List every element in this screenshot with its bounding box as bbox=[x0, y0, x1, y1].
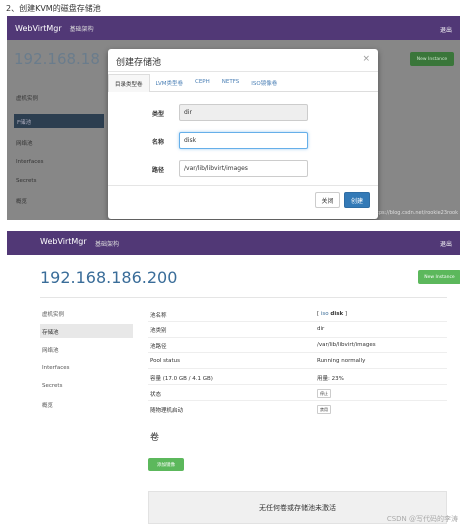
modal-title: 创建存储池 bbox=[116, 58, 162, 68]
nav-infrastructure[interactable]: 基础架构 bbox=[95, 239, 119, 248]
add-volume-button[interactable]: 添加镜像 bbox=[148, 458, 184, 471]
watermark: CSDN @写代码的李涛 bbox=[386, 515, 458, 523]
logout-link[interactable]: 退出 bbox=[440, 25, 452, 34]
row-divider bbox=[148, 400, 447, 401]
stop-button[interactable]: 停止 bbox=[317, 389, 331, 398]
create-pool-screenshot: WebVirtMgr 基础架构 退出 192.168.18 New Instan… bbox=[7, 16, 460, 220]
divider bbox=[40, 297, 447, 298]
path-label: 路径 bbox=[152, 167, 165, 174]
sidebar-item-networks[interactable]: 网络池 bbox=[42, 346, 59, 354]
create-button[interactable]: 创建 bbox=[344, 192, 370, 208]
detail-value: Running normally bbox=[317, 358, 366, 364]
close-icon[interactable]: × bbox=[362, 54, 370, 64]
sidebar-item-interfaces[interactable]: Interfaces bbox=[42, 365, 70, 371]
nav-infrastructure[interactable]: 基础架构 bbox=[70, 24, 94, 33]
top-navbar: WebVirtMgr 基础架构 退出 bbox=[7, 231, 460, 255]
volumes-heading: 卷 bbox=[150, 433, 160, 443]
detail-value: /var/lib/libvirt/images bbox=[317, 342, 376, 348]
new-instance-button[interactable]: New Instance bbox=[410, 52, 454, 66]
row-divider bbox=[148, 337, 447, 338]
row-divider bbox=[148, 368, 447, 369]
divider bbox=[108, 71, 378, 72]
pool-name-bold: disk bbox=[330, 311, 344, 317]
detail-key: 池名称 bbox=[150, 313, 167, 319]
detail-value: dir bbox=[317, 326, 325, 332]
detail-key: Pool status bbox=[150, 358, 181, 364]
top-navbar: WebVirtMgr 基础架构 退出 bbox=[7, 16, 460, 40]
pool-name-link[interactable]: iso bbox=[321, 311, 329, 317]
sidebar-item-label: 存储池 bbox=[42, 330, 59, 336]
name-label: 名称 bbox=[152, 139, 165, 146]
watermark: https://blog.csdn.net/rookie23rook bbox=[371, 210, 458, 216]
detail-value: 用量: 23% bbox=[317, 376, 344, 382]
sidebar-item-secrets[interactable]: Secrets bbox=[42, 383, 62, 389]
pool-type-tabs: 目录类型卷 LVM类型卷 CEPH NETFS ISO镜像卷 bbox=[108, 74, 378, 92]
sidebar-item-overview[interactable]: 概览 bbox=[42, 401, 53, 409]
disable-autostart-button[interactable]: 禁用 bbox=[317, 405, 331, 414]
logout-link[interactable]: 退出 bbox=[440, 239, 452, 248]
page: 2、创建KVM的磁盘存储池 WebVirtMgr 基础架构 退出 192.168… bbox=[0, 0, 474, 527]
brand-logo[interactable]: WebVirtMgr bbox=[40, 237, 87, 246]
row-divider bbox=[148, 321, 447, 322]
pool-name-value: [ iso disk ] bbox=[317, 311, 348, 317]
tab-iso[interactable]: ISO镜像卷 bbox=[245, 74, 283, 92]
create-pool-modal: 创建存储池 × 目录类型卷 LVM类型卷 CEPH NETFS ISO镜像卷 类… bbox=[108, 49, 378, 219]
close-button[interactable]: 关闭 bbox=[315, 192, 340, 208]
detail-key: 状态 bbox=[150, 392, 162, 398]
type-label: 类型 bbox=[152, 111, 165, 118]
detail-key: 池路径 bbox=[150, 344, 167, 350]
tab-lvm[interactable]: LVM类型卷 bbox=[150, 74, 189, 92]
detail-key: 随物理机启动 bbox=[150, 408, 184, 414]
name-field[interactable]: disk bbox=[179, 132, 308, 149]
sidebar-item-overview[interactable]: 概览 bbox=[16, 197, 27, 205]
pool-details-screenshot: WebVirtMgr 基础架构 退出 192.168.186.200 New I… bbox=[7, 231, 460, 524]
sidebar-item-label: F储池 bbox=[17, 120, 32, 126]
tab-netfs[interactable]: NETFS bbox=[216, 74, 246, 92]
tab-dir[interactable]: 目录类型卷 bbox=[108, 74, 150, 92]
sidebar-item-storage[interactable]: F储池 bbox=[14, 114, 104, 128]
detail-key: 池类别 bbox=[150, 328, 167, 334]
section-heading: 2、创建KVM的磁盘存储池 bbox=[6, 4, 101, 13]
sidebar-item-instances[interactable]: 虚机实例 bbox=[42, 310, 64, 318]
host-title: 192.168.186.200 bbox=[40, 268, 178, 287]
host-title: 192.168.18 bbox=[14, 50, 100, 68]
sidebar-item-networks[interactable]: 网络池 bbox=[16, 139, 33, 147]
sidebar-item-instances[interactable]: 虚机实例 bbox=[16, 94, 38, 102]
row-divider bbox=[148, 352, 447, 353]
row-divider bbox=[148, 384, 447, 385]
path-field[interactable]: /var/lib/libvirt/images bbox=[179, 160, 308, 177]
new-instance-button[interactable]: New Instance bbox=[418, 270, 460, 284]
sidebar-item-interfaces[interactable]: Interfaces bbox=[16, 159, 44, 165]
sidebar-item-storage[interactable]: 存储池 bbox=[40, 324, 133, 338]
divider bbox=[108, 185, 378, 186]
brand-logo[interactable]: WebVirtMgr bbox=[15, 24, 62, 33]
type-field: dir bbox=[179, 104, 308, 121]
sidebar-item-secrets[interactable]: Secrets bbox=[16, 178, 36, 184]
detail-key: 容量 (17.0 GB / 4.1 GB) bbox=[150, 376, 213, 382]
tab-ceph[interactable]: CEPH bbox=[189, 74, 216, 92]
